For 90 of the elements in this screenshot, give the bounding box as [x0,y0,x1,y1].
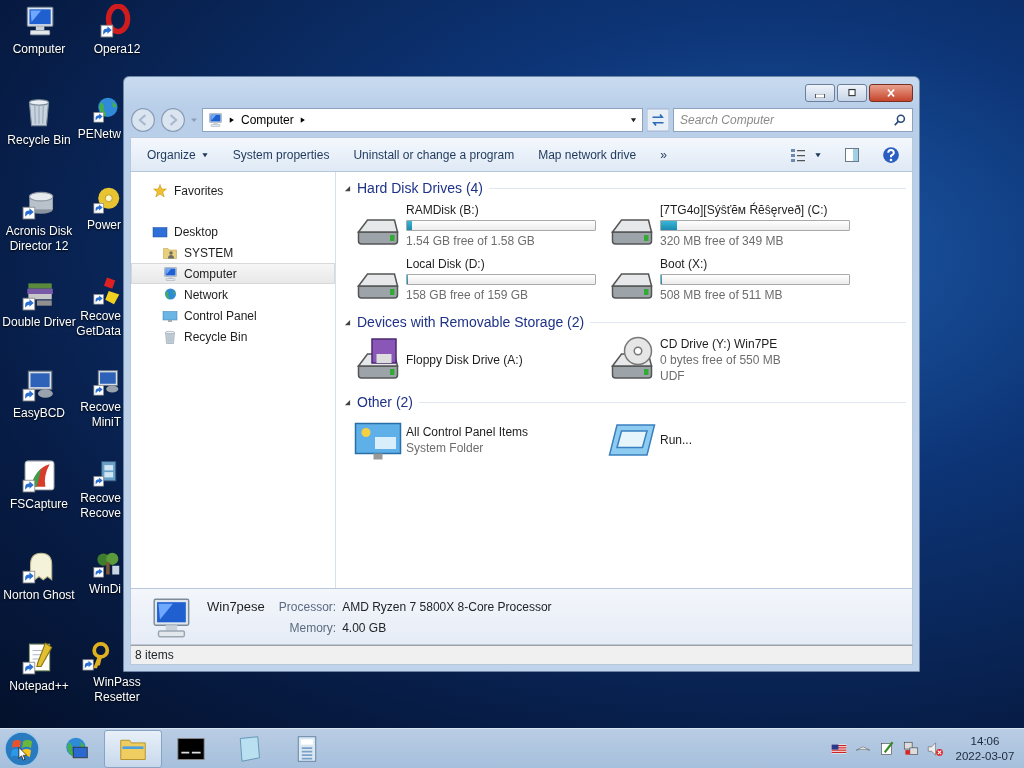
icon-label: Recycle Bin [7,133,71,148]
icon-label: Notepad++ [9,679,69,694]
speaker-muted-icon[interactable] [926,739,944,758]
icon-label: Power [87,218,121,233]
toolbar-button[interactable]: » [650,141,677,168]
icon-label: FSCapture [10,497,68,512]
breadcrumb[interactable]: Computer [241,111,294,129]
icon-label: Recove Recove [80,491,121,521]
tree-icon[interactable] [93,550,121,578]
group-header[interactable]: Hard Disk Drives (4) [357,177,483,199]
icon-label: PENetw [77,127,121,142]
item-name[interactable]: Boot (X:) [660,257,850,272]
item-name[interactable]: [7TG4o][Sýŝťĕм Ŕĕŝęrveð] (C:) [660,203,850,218]
maximize-button[interactable] [837,84,867,102]
globe-icon [162,286,178,303]
icon-label: Opera12 [93,42,141,57]
search-icon[interactable] [893,113,907,127]
refresh-button[interactable] [647,108,669,132]
icon-label: Norton Ghost [3,588,75,603]
shapes-icon[interactable] [93,277,121,305]
item-detail: 158 GB free of 159 GB [406,287,530,303]
help-icon[interactable] [882,145,900,164]
item-name[interactable]: Local Disk (D:) [406,257,596,272]
nav-item[interactable]: Control Panel [131,305,335,326]
network-icon[interactable] [902,739,920,758]
toolbar-button[interactable]: System properties [222,141,340,168]
item-detail: 508 MB free of 511 MB [660,287,784,303]
computer-icon [162,265,178,282]
group-header[interactable]: Other (2) [357,391,413,413]
view-options-icon[interactable] [790,146,806,163]
sail-icon[interactable] [22,459,56,493]
icon-label: Computer [12,42,66,57]
key-icon[interactable] [82,641,112,671]
chevron-icon [229,116,235,124]
star-icon [152,182,168,199]
detail-label: Memory: [288,620,337,637]
preview-pane-icon[interactable] [844,146,860,163]
item-name[interactable]: Floppy Disk Drive (A:) [406,352,523,368]
item-detail: System Folder [406,439,485,456]
item-detail: 1.54 GB free of 1.58 GB [406,233,536,249]
group-header[interactable]: Devices with Removable Storage (2) [357,311,585,333]
toolbar-button[interactable]: Organize [137,141,219,168]
item-detail: UDF [660,367,686,384]
icon-label: WinPass Resetter [93,675,141,705]
icon-label: Double Driver [2,315,76,330]
dropdown-icon[interactable] [629,117,638,123]
toolbar-button[interactable]: Map network drive [528,141,647,168]
collapse-icon[interactable] [344,184,351,192]
icon-label: Recove GetData [76,309,121,339]
caret-icon[interactable] [814,151,822,158]
chevron-icon[interactable] [299,116,306,124]
pen-icon[interactable] [878,739,896,758]
toolbar-button[interactable]: Uninstall or change a program [343,141,525,168]
address-bar[interactable]: Computer [202,108,643,132]
icon-label: Recove MiniT [80,400,121,430]
caret-icon [200,151,209,158]
trash-icon [162,328,178,345]
minimize-button[interactable] [805,84,835,102]
search-field[interactable]: Search Computer [673,108,913,132]
time-text: 14:06 [969,733,1001,749]
icon-label: EasyBCD [13,406,65,421]
detail-value: 4.00 GB [342,620,388,637]
item-detail: 320 MB free of 349 MB [660,233,785,249]
disc-icon[interactable] [93,186,121,214]
detail-value: AMD Ryzen 7 5800X 8-Core Processor [342,599,552,616]
status-text: 8 items [135,647,174,664]
nav-item[interactable]: Recycle Bin [131,326,335,347]
item-name[interactable]: All Control Panel Items [406,424,529,440]
collapse-icon[interactable] [344,398,351,406]
item-name[interactable]: Run... [660,432,692,448]
collapse-icon[interactable] [344,318,351,326]
computer-icon [207,112,223,128]
nav-item[interactable]: Favorites [131,180,335,201]
item-name[interactable]: CD Drive (Y:) Win7PE [660,336,781,352]
monitor-icon[interactable] [93,368,121,396]
minimize-icon [815,94,825,98]
nav-item[interactable]: Desktop [131,221,335,242]
nav-item[interactable]: SYSTEM [131,242,335,263]
start-button[interactable] [4,730,40,767]
monitor-icon[interactable] [22,368,56,402]
date-text: 2022-03-07 [954,748,1016,764]
icon-label: Acronis Disk Director 12 [5,224,73,254]
item-name[interactable]: RAMDisk (B:) [406,203,596,218]
icon-label: WinDi [89,582,121,597]
computer-name: Win7pese [207,598,265,616]
item-detail: 0 bytes free of 550 MB [660,351,781,368]
nav-item[interactable]: Network [131,284,335,305]
detail-label: Processor: [278,599,337,616]
close-button[interactable] [869,84,913,102]
nav-item[interactable]: Computer [131,263,335,284]
